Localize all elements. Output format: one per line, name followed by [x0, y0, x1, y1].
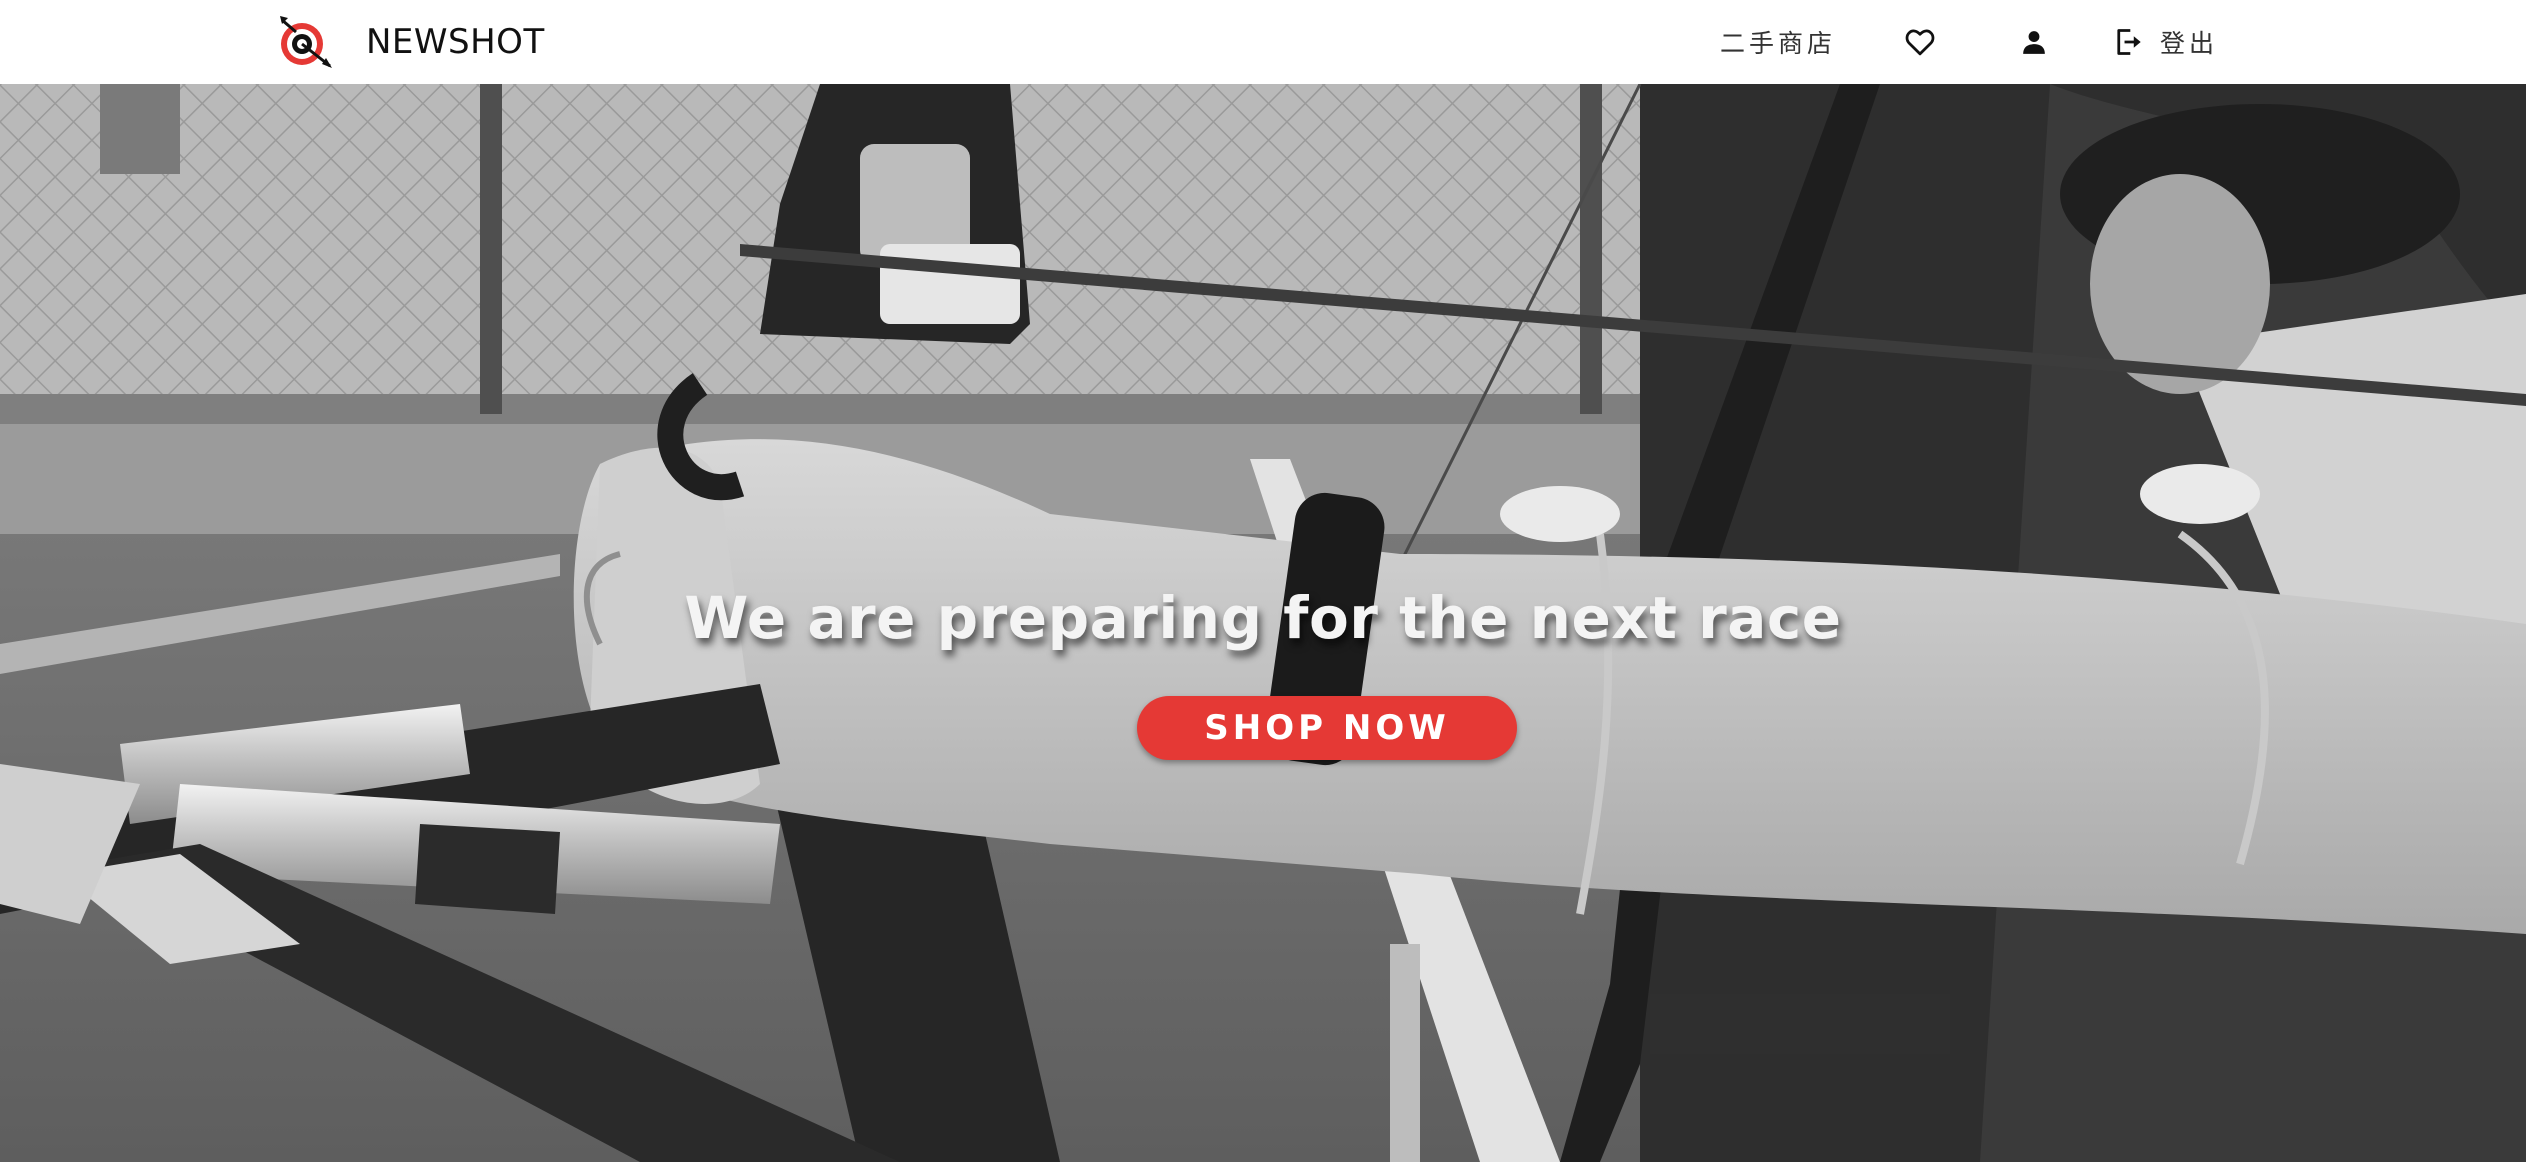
- nav-secondhand-shop-link[interactable]: 二手商店: [1720, 24, 1836, 60]
- shop-now-button[interactable]: SHOP NOW: [1137, 696, 1517, 760]
- hero-title: We are preparing for the next race: [684, 584, 1842, 652]
- favorites-button[interactable]: [1900, 22, 1940, 62]
- person-icon: [2023, 31, 2045, 54]
- logout-icon: [2117, 29, 2141, 55]
- logout-button[interactable]: 登出: [2114, 24, 2218, 60]
- account-button[interactable]: [2014, 22, 2054, 62]
- top-navbar: NEWSHOT 二手商店 登出: [0, 0, 2526, 84]
- heart-icon: [1905, 29, 1935, 56]
- target-arrow-icon: [280, 16, 332, 68]
- brand-name: NEWSHOT: [366, 22, 545, 62]
- logout-label: 登出: [2160, 29, 2219, 58]
- brand-home-link[interactable]: NEWSHOT: [278, 14, 545, 70]
- hero-banner: We are preparing for the next race SHOP …: [0, 84, 2526, 1162]
- nav-right: 二手商店 登出: [1720, 0, 2218, 84]
